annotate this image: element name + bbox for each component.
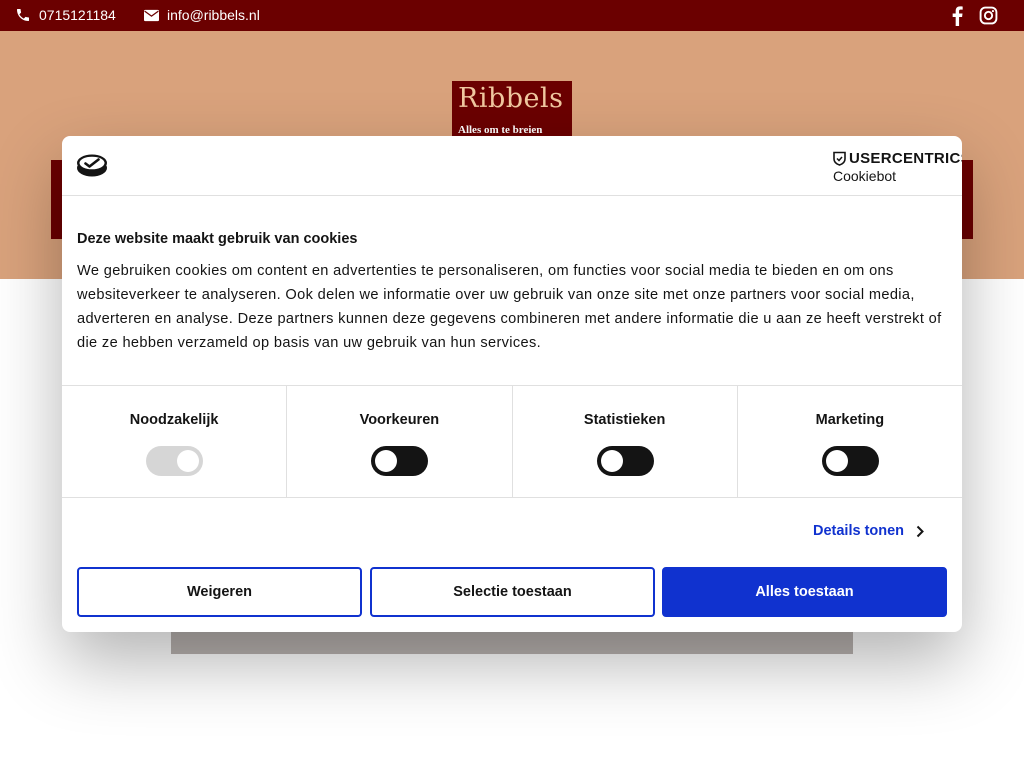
statistics-toggle[interactable]: [596, 446, 654, 476]
shield-icon: [833, 151, 846, 166]
navigation-bar-right-edge: [962, 160, 973, 239]
logo-name: Ribbels: [458, 83, 564, 114]
category-preferences: Voorkeuren: [287, 386, 513, 497]
dialog-description: We gebruiken cookies om content en adver…: [77, 263, 942, 351]
provider-name: USERCENTRICS: [849, 150, 962, 167]
logo-tagline: Alles om te breien: [458, 124, 543, 136]
email-link[interactable]: info@ribbels.nl: [144, 7, 260, 23]
provider-product: Cookiebot: [833, 168, 897, 184]
preferences-toggle[interactable]: [371, 446, 429, 476]
category-necessary: Noodzakelijk: [62, 386, 288, 497]
phone-icon: [17, 9, 29, 21]
allow-selection-button[interactable]: Selectie toestaan: [370, 567, 655, 617]
category-label: Marketing: [815, 412, 885, 428]
phone-link[interactable]: 0715121184: [15, 7, 116, 23]
email-address: info@ribbels.nl: [167, 7, 260, 23]
envelope-icon: [144, 9, 159, 21]
facebook-icon[interactable]: [949, 6, 965, 26]
marketing-toggle[interactable]: [821, 446, 879, 476]
top-bar: 0715121184 info@ribbels.nl: [0, 0, 1024, 31]
necessary-toggle: [146, 446, 204, 476]
show-details-link[interactable]: Details tonen: [813, 523, 924, 539]
consent-categories: Noodzakelijk Voorkeuren Statistieken Mar…: [62, 385, 962, 498]
site-logo[interactable]: Ribbels Alles om te breien: [452, 81, 572, 141]
toggle-knob: [375, 450, 398, 472]
cookie-icon: [77, 154, 107, 177]
phone-number: 0715121184: [39, 7, 116, 23]
toggle-knob: [177, 450, 200, 472]
category-label: Noodzakelijk: [129, 412, 219, 428]
instagram-icon[interactable]: [979, 6, 998, 25]
deny-button[interactable]: Weigeren: [77, 567, 362, 617]
dialog-title: Deze website maakt gebruik van cookies: [77, 231, 358, 247]
category-statistics: Statistieken: [513, 386, 738, 497]
category-label: Voorkeuren: [359, 412, 440, 428]
dialog-header: USERCENTRICS Cookiebot: [62, 136, 962, 196]
cookie-consent-dialog: USERCENTRICS Cookiebot Deze website maak…: [62, 136, 962, 632]
toggle-knob: [600, 450, 623, 472]
category-label: Statistieken: [583, 412, 666, 428]
show-details-label: Details tonen: [813, 523, 905, 539]
chevron-right-icon: [916, 525, 924, 537]
toggle-knob: [825, 450, 848, 472]
allow-all-button[interactable]: Alles toestaan: [662, 567, 947, 617]
category-marketing: Marketing: [738, 386, 962, 497]
provider-brand[interactable]: USERCENTRICS Cookiebot: [833, 150, 962, 184]
